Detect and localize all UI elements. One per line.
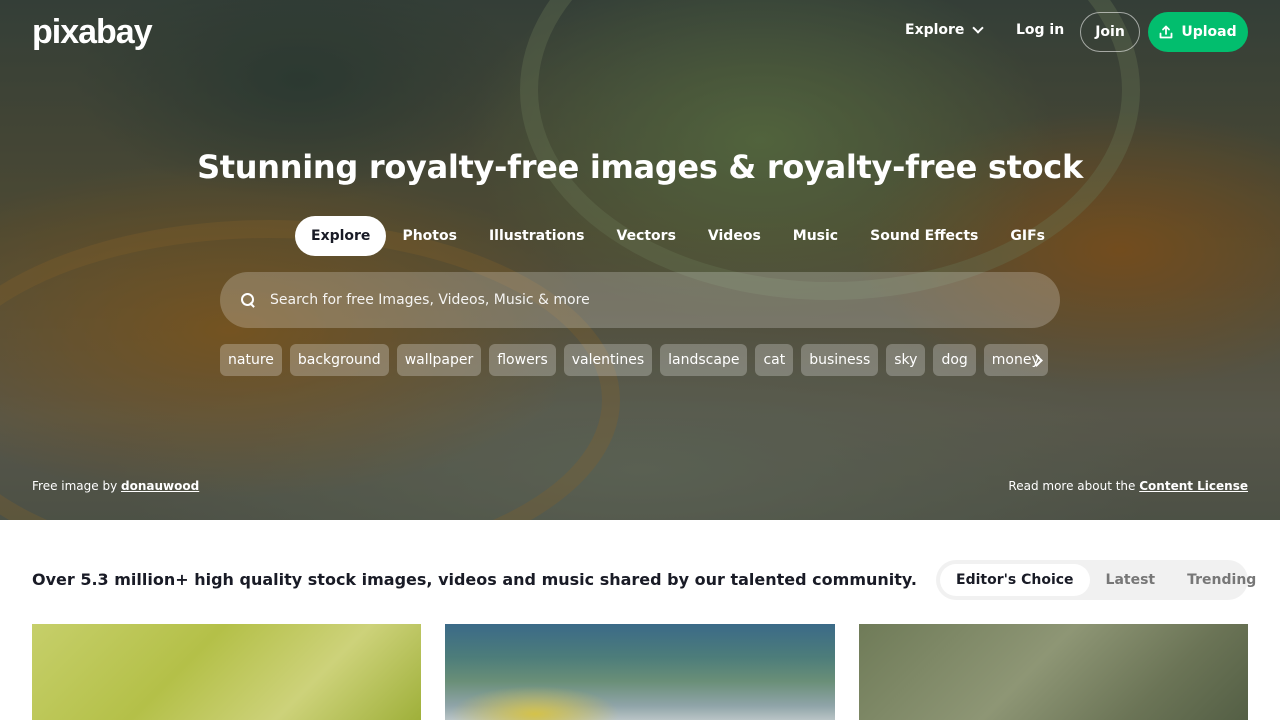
tab-vectors[interactable]: Vectors [601, 216, 692, 256]
license-prefix: Read more about the [1008, 479, 1136, 493]
tab-explore[interactable]: Explore [295, 216, 387, 256]
login-link[interactable]: Log in [1016, 22, 1064, 38]
sort-trending[interactable]: Trending [1171, 564, 1272, 596]
sort-latest[interactable]: Latest [1090, 564, 1172, 596]
tab-photos[interactable]: Photos [386, 216, 473, 256]
explore-menu[interactable]: Explore [905, 22, 985, 38]
tag-chip[interactable]: flowers [489, 344, 556, 376]
chevron-down-icon [972, 22, 985, 34]
tab-videos[interactable]: Videos [692, 216, 777, 256]
chevron-right-icon[interactable] [1030, 352, 1046, 368]
tag-chip[interactable]: sky [886, 344, 926, 376]
upload-icon [1159, 25, 1173, 39]
hero-overlay [0, 0, 1280, 520]
tag-chip[interactable]: background [289, 344, 389, 376]
tab-music[interactable]: Music [777, 216, 854, 256]
image-thumbnail[interactable] [445, 624, 835, 720]
content-license-link[interactable]: Content License [1139, 479, 1248, 493]
credit-prefix: Free image by [32, 479, 118, 493]
tag-chip[interactable]: dog [933, 344, 976, 376]
hero-banner: pixabay Explore Log in Join Upload Stunn… [0, 0, 1280, 520]
tag-chip[interactable]: wallpaper [396, 344, 482, 376]
suggested-tags: nature background wallpaper flowers vale… [220, 344, 1048, 376]
tag-chip[interactable]: landscape [660, 344, 748, 376]
tab-sound-effects[interactable]: Sound Effects [854, 216, 994, 256]
tag-chip[interactable]: nature [220, 344, 282, 376]
image-credit: Free image by donauwood [32, 479, 199, 493]
search-icon[interactable] [240, 292, 256, 308]
pixabay-logo[interactable]: pixabay [32, 13, 153, 52]
credit-author-link[interactable]: donauwood [121, 479, 199, 493]
tab-illustrations[interactable]: Illustrations [473, 216, 601, 256]
image-thumbnail[interactable] [859, 624, 1248, 720]
top-navigation: pixabay Explore Log in Join Upload [0, 0, 1280, 64]
upload-button-label: Upload [1181, 24, 1237, 40]
license-note: Read more about the Content License [1008, 479, 1248, 493]
search-bar [220, 272, 1060, 328]
sort-toggle: Editor's Choice Latest Trending [936, 560, 1256, 600]
explore-menu-label: Explore [905, 22, 965, 38]
image-thumbnail[interactable] [32, 624, 421, 720]
sort-editors-choice[interactable]: Editor's Choice [940, 564, 1090, 596]
tag-chip[interactable]: valentines [563, 344, 653, 376]
search-input[interactable] [270, 292, 1030, 308]
tag-chip[interactable]: cat [755, 344, 794, 376]
hero-title: Stunning royalty-free images & royalty-f… [197, 148, 1083, 186]
upload-button[interactable]: Upload [1148, 12, 1248, 52]
join-button[interactable]: Join [1080, 12, 1140, 52]
tab-gifs[interactable]: GIFs [994, 216, 1061, 256]
media-type-tabs: Explore Photos Illustrations Vectors Vid… [295, 216, 1061, 256]
community-tagline: Over 5.3 million+ high quality stock ima… [32, 570, 917, 589]
tag-chip[interactable]: business [801, 344, 879, 376]
